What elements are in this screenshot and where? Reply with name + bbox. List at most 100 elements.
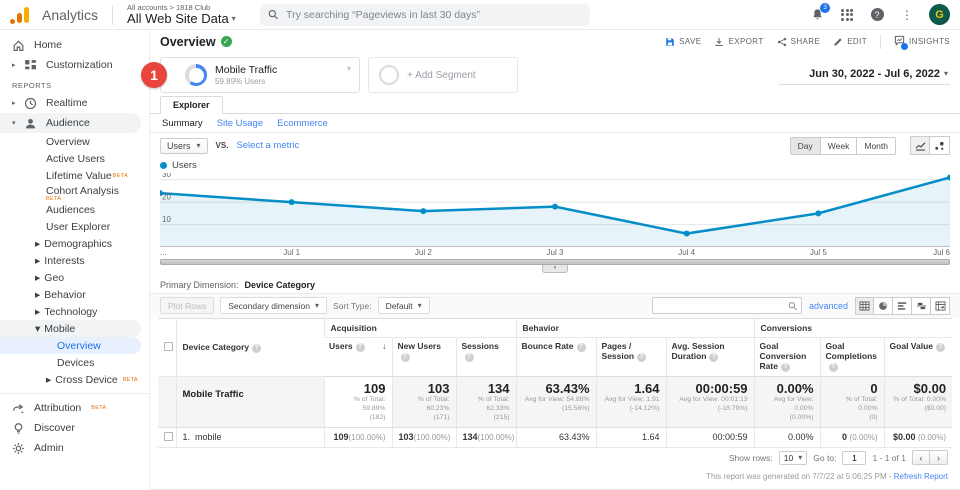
- advanced-link[interactable]: advanced: [809, 301, 848, 311]
- table-search[interactable]: [652, 297, 802, 314]
- primary-dimension-row: Primary Dimension: Device Category: [150, 277, 960, 293]
- export-button[interactable]: EXPORT: [714, 37, 763, 47]
- goto-page-input[interactable]: [842, 451, 866, 465]
- sidebar-item-cohort-analysis[interactable]: Cohort Analysis: [0, 184, 149, 198]
- row-checkbox[interactable]: [164, 432, 173, 441]
- select-metric-link[interactable]: Select a metric: [236, 140, 299, 151]
- users-line-chart[interactable]: 102030: [160, 173, 950, 247]
- insights-button[interactable]: INSIGHTS: [894, 35, 950, 48]
- next-page-button[interactable]: ›: [930, 450, 948, 465]
- sidebar-item-admin[interactable]: Admin: [0, 438, 149, 458]
- search-input[interactable]: [286, 9, 582, 21]
- scrubber-handle[interactable]: ▾: [542, 265, 568, 273]
- granularity-week-button[interactable]: Week: [821, 137, 858, 155]
- edit-button[interactable]: EDIT: [833, 37, 867, 47]
- refresh-report-link[interactable]: Refresh Report: [894, 472, 948, 481]
- analytics-app: Analytics All accounts > 1818 Club All W…: [0, 0, 960, 490]
- global-search[interactable]: [260, 4, 590, 26]
- save-button[interactable]: SAVE: [665, 37, 701, 47]
- select-all-checkbox[interactable]: [164, 342, 173, 351]
- sidebar-item-user-explorer[interactable]: User Explorer: [0, 218, 149, 235]
- primary-dimension-label: Primary Dimension:: [160, 280, 239, 290]
- secondary-dimension-dropdown[interactable]: Secondary dimension ▾: [220, 297, 327, 314]
- svg-text:30: 30: [162, 173, 171, 179]
- column-sessions[interactable]: Sessions?: [456, 337, 516, 376]
- sidebar-item-mobile-overview[interactable]: Overview: [0, 337, 141, 354]
- notifications-button[interactable]: 3: [809, 7, 825, 23]
- explorer-tab-bar: Explorer: [150, 96, 960, 114]
- avatar[interactable]: G: [929, 4, 950, 25]
- column-goal-value[interactable]: Goal Value?: [884, 337, 952, 376]
- property-selector[interactable]: All accounts > 1818 Club All Web Site Da…: [127, 4, 236, 26]
- x-tick-label: Jul 1: [283, 248, 300, 257]
- sidebar-item-lifetime-value[interactable]: Lifetime ValueBETA: [0, 167, 149, 184]
- help-button[interactable]: ?: [869, 7, 885, 23]
- column-bounce-rate[interactable]: Bounce Rate?: [516, 337, 596, 376]
- sidebar-item-geo[interactable]: ▸Geo: [0, 269, 149, 286]
- insights-badge: [901, 43, 908, 50]
- chart-scrubber[interactable]: [160, 259, 950, 265]
- column-new-users[interactable]: New Users?: [392, 337, 456, 376]
- table-view-button[interactable]: [855, 297, 874, 315]
- sidebar-item-audience[interactable]: ▾ Audience: [0, 113, 141, 133]
- sidebar-item-devices[interactable]: Devices: [0, 354, 149, 371]
- column-device-category[interactable]: Device Category: [183, 342, 250, 352]
- sidebar-item-cross-device[interactable]: ▸Cross DeviceBETA: [0, 371, 149, 388]
- share-button[interactable]: SHARE: [777, 37, 821, 47]
- sidebar-item-mobile[interactable]: ▾Mobile: [0, 320, 141, 337]
- table-search-input[interactable]: [657, 301, 788, 311]
- sort-type-dropdown[interactable]: Default ▾: [378, 297, 430, 314]
- sidebar-item-behavior[interactable]: ▸Behavior: [0, 286, 149, 303]
- person-icon: [24, 117, 37, 130]
- add-segment-button[interactable]: + Add Segment: [368, 57, 518, 93]
- sidebar-item-attribution[interactable]: AttributionBETA: [0, 398, 149, 418]
- sidebar-item-customization[interactable]: ▸ Customization: [0, 55, 149, 75]
- performance-view-button[interactable]: [893, 297, 912, 315]
- sidebar-item-active-users[interactable]: Active Users: [0, 150, 149, 167]
- table-row[interactable]: 1. mobile 109(100.00%) 103(100.00%) 134(…: [158, 427, 952, 447]
- column-goal-completions[interactable]: Goal Completions?: [820, 337, 884, 376]
- help-icon: ?: [577, 343, 586, 352]
- segment-card-mobile-traffic[interactable]: Mobile Traffic 59.89% Users ▾: [160, 57, 360, 93]
- column-users[interactable]: Users?↓: [324, 337, 392, 376]
- more-options-button[interactable]: ⋮: [899, 7, 915, 23]
- subtab-summary[interactable]: Summary: [162, 118, 203, 129]
- sidebar-item-audience-overview[interactable]: Overview: [0, 133, 149, 150]
- chevron-right-icon: ▸: [35, 306, 40, 318]
- granularity-day-button[interactable]: Day: [790, 137, 821, 155]
- show-rows-select[interactable]: 10 ▾: [779, 451, 807, 465]
- plot-rows-button[interactable]: Plot Rows: [160, 297, 214, 314]
- save-icon: [665, 37, 675, 47]
- apps-grid-button[interactable]: [839, 7, 855, 23]
- subtab-site-usage[interactable]: Site Usage: [217, 118, 263, 129]
- column-goal-conversion-rate[interactable]: Goal Conversion Rate?: [754, 337, 820, 376]
- metric-select-dropdown[interactable]: Users ▾: [160, 138, 208, 154]
- annotation-1: 1: [141, 62, 167, 88]
- column-pages-session[interactable]: Pages / Session?: [596, 337, 666, 376]
- sidebar-item-realtime[interactable]: ▸ Realtime: [0, 93, 149, 113]
- tab-explorer[interactable]: Explorer: [160, 96, 223, 114]
- dimension-device-category[interactable]: Device Category: [245, 280, 316, 290]
- chart-legend: Users: [160, 159, 950, 173]
- sidebar-item-discover[interactable]: Discover: [0, 418, 149, 438]
- comparison-view-button[interactable]: [912, 297, 931, 315]
- subtab-ecommerce[interactable]: Ecommerce: [277, 118, 328, 129]
- column-avg-session-duration[interactable]: Avg. Session Duration?: [666, 337, 754, 376]
- line-chart-button[interactable]: [910, 136, 930, 155]
- prev-page-button[interactable]: ‹: [912, 450, 930, 465]
- granularity-month-button[interactable]: Month: [857, 137, 896, 155]
- device-category-table: Device Category? Acquisition Behavior Co…: [158, 318, 952, 448]
- date-range-picker[interactable]: Jun 30, 2022 - Jul 6, 2022 ▾: [779, 66, 950, 85]
- analytics-logo-icon[interactable]: [10, 6, 30, 24]
- pivot-view-button[interactable]: [931, 297, 950, 315]
- sidebar-item-audiences[interactable]: Audiences: [0, 201, 149, 218]
- chevron-down-icon[interactable]: ▾: [347, 64, 351, 73]
- table-toolbar: Plot Rows Secondary dimension ▾ Sort Typ…: [150, 293, 960, 318]
- attribution-icon: [12, 402, 25, 415]
- sidebar-item-demographics[interactable]: ▸Demographics: [0, 235, 149, 252]
- sidebar-item-home[interactable]: Home: [0, 35, 149, 55]
- percentage-view-button[interactable]: [874, 297, 893, 315]
- motion-chart-button[interactable]: [930, 136, 950, 155]
- sidebar-item-interests[interactable]: ▸Interests: [0, 252, 149, 269]
- sidebar-item-technology[interactable]: ▸Technology: [0, 303, 149, 320]
